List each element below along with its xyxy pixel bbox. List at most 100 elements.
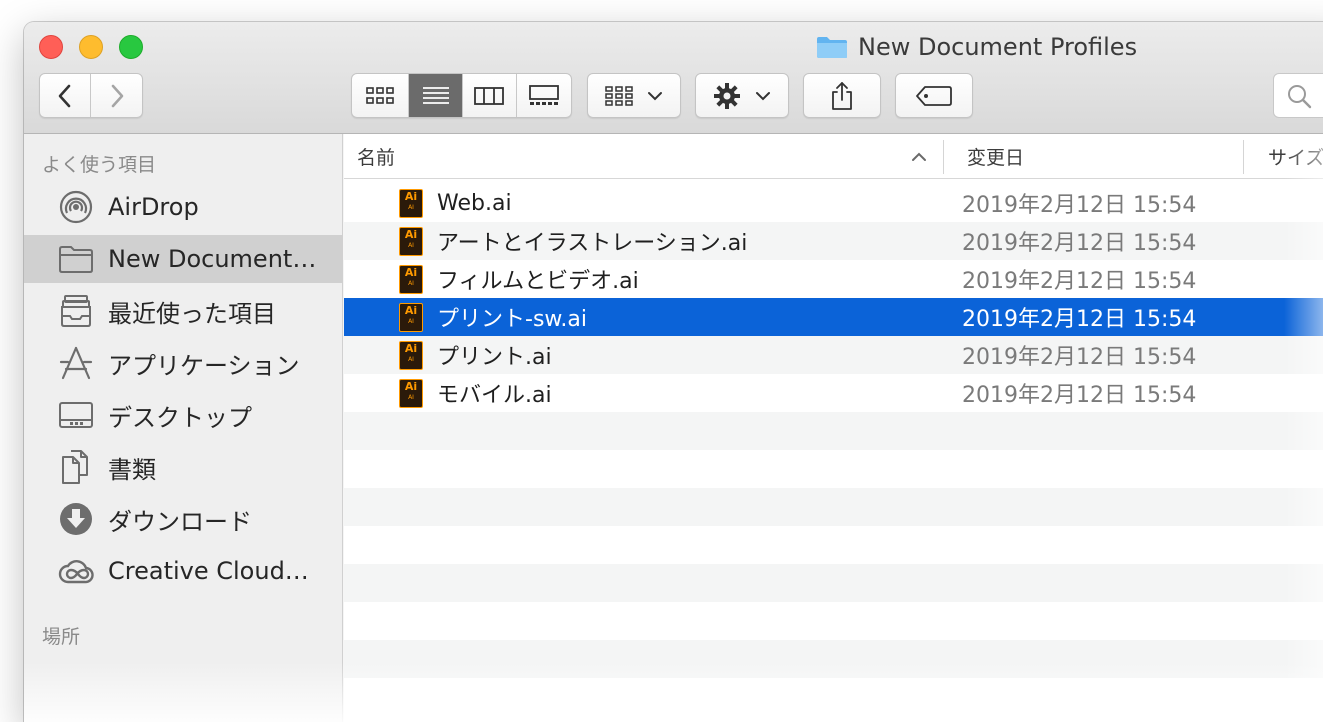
toolbar: New Document Profiles	[24, 22, 1323, 134]
column-name-label: 名前	[357, 147, 396, 169]
icon-grid-icon	[366, 86, 395, 104]
forward-button[interactable]	[91, 74, 142, 117]
sidebar: よく使う項目 AirDrop New Document… 最近使った項目 アプリ…	[24, 134, 343, 722]
chevron-left-icon	[58, 84, 71, 107]
recents-icon	[58, 293, 94, 329]
list-lines-icon	[422, 86, 449, 104]
creative-cloud-icon	[58, 553, 94, 589]
column-headers: 名前 変更日 サイズ	[344, 134, 1323, 179]
sidebar-item-label: アプリケーション	[108, 351, 300, 380]
sidebar-item-label: 最近使った項目	[108, 299, 276, 328]
places-header: 場所	[42, 626, 81, 648]
sidebar-item-new-document-profiles[interactable]: New Document…	[24, 235, 342, 283]
file-row[interactable]: Ai AI Web.ai 2019年2月12日 15:54	[344, 184, 1323, 222]
empty-row	[344, 412, 1323, 450]
empty-row	[344, 526, 1323, 564]
file-name: プリント.ai	[437, 345, 552, 370]
zoom-window-button[interactable]	[119, 35, 143, 59]
column-name-header[interactable]: 名前	[357, 134, 395, 179]
sidebar-item-creative-cloud[interactable]: Creative Cloud…	[24, 547, 342, 595]
sidebar-item-applications[interactable]: アプリケーション	[24, 339, 342, 387]
close-window-button[interactable]	[39, 35, 63, 59]
column-date-label: 変更日	[967, 147, 1025, 169]
group-grid-icon	[605, 85, 633, 106]
file-name: モバイル.ai	[437, 383, 552, 408]
illustrator-file-icon: Ai AI	[399, 379, 423, 408]
file-list: 名前 変更日 サイズ Ai AI Web.ai 2019年2月12日 15:54 …	[344, 134, 1323, 722]
tags-button[interactable]	[895, 73, 973, 118]
file-row-selected[interactable]: Ai AI プリント-sw.ai 2019年2月12日 15:54	[344, 298, 1323, 336]
illustrator-file-icon: Ai AI	[399, 341, 423, 370]
search-field[interactable]	[1273, 73, 1323, 118]
column-date-header[interactable]: 変更日	[967, 134, 1024, 179]
minimize-window-button[interactable]	[79, 35, 103, 59]
gallery-icon	[528, 84, 559, 105]
file-name: プリント-sw.ai	[437, 307, 587, 332]
chevron-down-icon	[648, 91, 662, 100]
file-date: 2019年2月12日 15:54	[962, 231, 1197, 256]
file-name: アートとイラストレーション.ai	[437, 231, 748, 256]
group-by-button[interactable]	[587, 73, 681, 118]
file-date: 2019年2月12日 15:54	[962, 269, 1197, 294]
window-title-text: New Document Profiles	[858, 33, 1138, 61]
list-view-button[interactable]	[409, 74, 463, 117]
nav-buttons	[39, 73, 143, 118]
favorites-header: よく使う項目	[42, 154, 157, 176]
empty-row	[344, 564, 1323, 602]
applications-icon	[58, 345, 94, 381]
sidebar-item-downloads[interactable]: ダウンロード	[24, 495, 342, 543]
sidebar-item-label: 書類	[108, 455, 156, 484]
share-button[interactable]	[803, 73, 881, 118]
airdrop-icon	[58, 189, 94, 225]
column-size-label: サイズ	[1268, 147, 1323, 169]
icon-view-button[interactable]	[352, 74, 410, 117]
sidebar-item-label: AirDrop	[108, 193, 199, 221]
share-icon	[832, 81, 852, 110]
empty-row	[344, 640, 1323, 678]
file-date: 2019年2月12日 15:54	[962, 193, 1197, 218]
empty-row	[344, 602, 1323, 640]
downloads-icon	[58, 501, 94, 537]
illustrator-file-icon: Ai AI	[399, 227, 423, 256]
search-icon	[1288, 85, 1312, 109]
chevron-down-icon	[756, 91, 770, 100]
sidebar-item-label: New Document…	[108, 245, 317, 273]
file-name: フィルムとビデオ.ai	[437, 269, 639, 294]
sidebar-item-documents[interactable]: 書類	[24, 443, 342, 491]
sidebar-item-airdrop[interactable]: AirDrop	[24, 183, 342, 231]
file-date: 2019年2月12日 15:54	[962, 345, 1197, 370]
file-row[interactable]: Ai AI プリント.ai 2019年2月12日 15:54	[344, 336, 1323, 374]
sidebar-item-label: ダウンロード	[108, 507, 252, 536]
file-date: 2019年2月12日 15:54	[962, 307, 1197, 332]
finder-window: New Document Profiles よく使う項目 AirDrop New…	[24, 22, 1323, 722]
folder-icon	[58, 241, 94, 277]
action-button[interactable]	[695, 73, 789, 118]
column-view-button[interactable]	[463, 74, 517, 117]
tag-icon	[916, 85, 952, 106]
column-divider[interactable]	[1243, 140, 1244, 174]
gear-icon	[714, 82, 740, 109]
sidebar-item-desktop[interactable]: デスクトップ	[24, 391, 342, 439]
file-row[interactable]: Ai AI アートとイラストレーション.ai 2019年2月12日 15:54	[344, 222, 1323, 260]
file-row[interactable]: Ai AI モバイル.ai 2019年2月12日 15:54	[344, 374, 1323, 412]
file-row[interactable]: Ai AI フィルムとビデオ.ai 2019年2月12日 15:54	[344, 260, 1323, 298]
illustrator-file-icon: Ai AI	[399, 265, 423, 294]
file-name: Web.ai	[437, 190, 512, 216]
illustrator-file-icon: Ai AI	[399, 189, 423, 218]
empty-row	[344, 450, 1323, 488]
sidebar-item-label: デスクトップ	[108, 403, 252, 432]
sidebar-item-recents[interactable]: 最近使った項目	[24, 287, 342, 335]
documents-icon	[58, 449, 94, 485]
chevron-right-icon	[111, 84, 123, 107]
column-size-header[interactable]: サイズ	[1268, 134, 1323, 179]
desktop-icon	[58, 397, 94, 433]
column-divider[interactable]	[943, 140, 944, 174]
window-title: New Document Profiles	[816, 33, 1137, 61]
sidebar-item-label: Creative Cloud…	[108, 557, 309, 585]
back-button[interactable]	[40, 74, 92, 117]
gallery-view-button[interactable]	[517, 74, 571, 117]
file-date: 2019年2月12日 15:54	[962, 383, 1197, 408]
columns-icon	[474, 86, 505, 105]
sort-ascending-icon	[912, 152, 926, 161]
empty-row	[344, 488, 1323, 526]
